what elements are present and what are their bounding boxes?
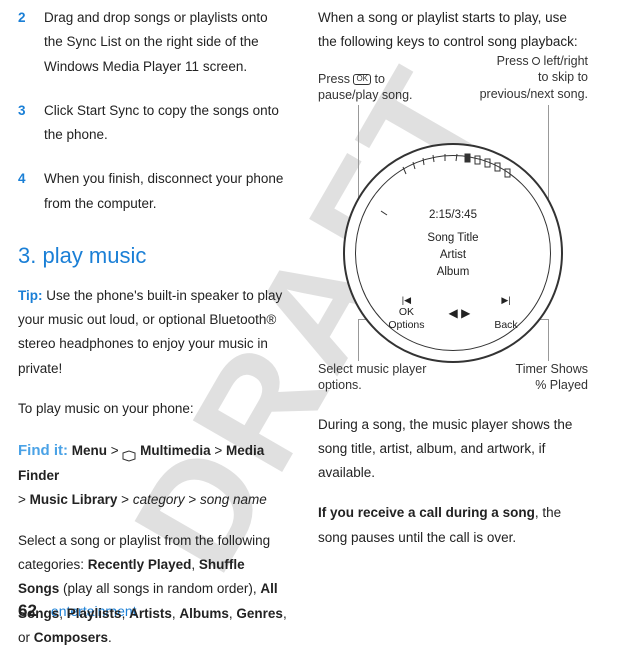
softkey-right[interactable]: ▶| Back bbox=[494, 295, 517, 333]
callout-text: Press bbox=[318, 72, 353, 86]
path-sep: > bbox=[18, 492, 30, 507]
callout-timer: Timer Shows % Played bbox=[488, 361, 588, 395]
tip-paragraph: Tip: Use the phone's built-in speaker to… bbox=[18, 284, 288, 381]
cat-sep: , bbox=[122, 606, 130, 621]
section-heading: 3. play music bbox=[18, 236, 288, 276]
callout-text: to bbox=[371, 72, 385, 86]
softkey-left[interactable]: |◀ OK Options bbox=[388, 295, 424, 333]
callout-pause-play: Press OK to pause/play song. bbox=[318, 71, 428, 105]
dial-softkeys: |◀ OK Options ◀ ▶ ▶| Back bbox=[345, 295, 561, 333]
callout-options: Select music player options. bbox=[318, 361, 448, 395]
find-it-label: Find it: bbox=[18, 442, 68, 459]
call-bold: If you receive a call during a song bbox=[318, 505, 535, 520]
left-column: 2 Drag and drop songs or playlists onto … bbox=[18, 6, 288, 666]
callout-text: to skip to bbox=[538, 70, 588, 84]
multimedia-icon bbox=[122, 446, 136, 458]
softkey-center[interactable]: ◀ ▶ bbox=[449, 306, 471, 321]
path-category: category bbox=[133, 492, 185, 507]
cat-shuffle-note: (play all songs in random order), bbox=[59, 581, 260, 596]
right-column: When a song or playlist starts to play, … bbox=[318, 6, 588, 666]
path-sep: > bbox=[107, 443, 122, 458]
callout-skip: Press left/right to skip to previous/nex… bbox=[458, 53, 588, 104]
path-menu: Menu bbox=[72, 443, 107, 458]
callout-text: % Played bbox=[535, 378, 588, 392]
path-songname: song name bbox=[200, 492, 267, 507]
dial-content: 2:15/3:45 Song Title Artist Album bbox=[345, 207, 561, 282]
callout-text: options. bbox=[318, 378, 362, 392]
tip-label: Tip: bbox=[18, 288, 43, 303]
dial-time: 2:15/3:45 bbox=[345, 207, 561, 224]
player-dial: 2:15/3:45 Song Title Artist Album |◀ OK … bbox=[343, 143, 563, 363]
path-sep: > bbox=[211, 443, 226, 458]
step-3: 3 Click Start Sync to copy the songs ont… bbox=[18, 99, 288, 148]
tip-text: Use the phone's built-in speaker to play… bbox=[18, 288, 282, 376]
step-4: 4 When you finish, disconnect your phone… bbox=[18, 167, 288, 216]
cat-artists: Artists bbox=[129, 606, 172, 621]
softkey-back-label: Back bbox=[494, 319, 517, 332]
path-sep: > bbox=[185, 492, 200, 507]
player-diagram: Press OK to pause/play song. Press left/… bbox=[318, 71, 588, 391]
find-it-line: Find it: Menu > Multimedia > Media Finde… bbox=[18, 437, 288, 513]
cat-albums: Albums bbox=[179, 606, 229, 621]
cat-sep: , bbox=[59, 606, 67, 621]
callout-text: previous/next song. bbox=[480, 87, 588, 101]
nav-key-icon bbox=[532, 57, 540, 65]
step-number: 2 bbox=[18, 6, 32, 79]
ok-key-icon: OK bbox=[353, 74, 371, 85]
cat-genres: Genres bbox=[236, 606, 283, 621]
cat-recent: Recently Played bbox=[88, 557, 192, 572]
callout-text: left/right bbox=[540, 54, 588, 68]
dial-song-title: Song Title bbox=[345, 230, 561, 247]
path-multimedia: Multimedia bbox=[136, 443, 210, 458]
cat-composers: Composers bbox=[34, 630, 108, 645]
dial-album: Album bbox=[345, 264, 561, 281]
path-musiclibrary: Music Library bbox=[30, 492, 118, 507]
step-text: When you finish, disconnect your phone f… bbox=[44, 167, 288, 216]
toplay-paragraph: To play music on your phone: bbox=[18, 397, 288, 421]
call-paragraph: If you receive a call during a song, the… bbox=[318, 501, 588, 550]
softkey-options-label: Options bbox=[388, 319, 424, 332]
select-paragraph: Select a song or playlist from the follo… bbox=[18, 529, 288, 650]
dial-artist: Artist bbox=[345, 247, 561, 264]
cat-sep: , bbox=[191, 557, 199, 572]
step-text: Drag and drop songs or playlists onto th… bbox=[44, 6, 288, 79]
playback-intro: When a song or playlist starts to play, … bbox=[318, 6, 588, 55]
softkey-ok-label: OK bbox=[388, 306, 424, 319]
during-paragraph: During a song, the music player shows th… bbox=[318, 413, 588, 486]
callout-text: Press bbox=[497, 54, 532, 68]
cat-playlists: Playlists bbox=[67, 606, 122, 621]
step-text: Click Start Sync to copy the songs onto … bbox=[44, 99, 288, 148]
callout-text: pause/play song. bbox=[318, 88, 413, 102]
step-number: 3 bbox=[18, 99, 32, 148]
path-sep: > bbox=[117, 492, 132, 507]
step-2: 2 Drag and drop songs or playlists onto … bbox=[18, 6, 288, 79]
step-number: 4 bbox=[18, 167, 32, 216]
page-content: 2 Drag and drop songs or playlists onto … bbox=[0, 0, 622, 666]
